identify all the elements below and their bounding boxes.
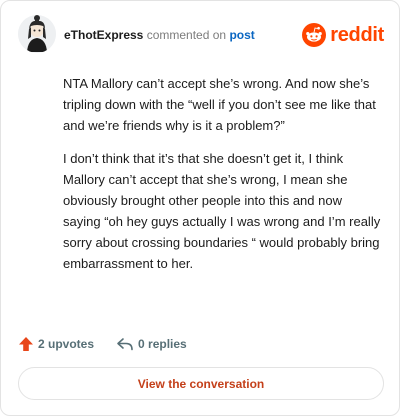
comment-paragraph-2: I don’t think that it’s that she doesn’t…: [63, 151, 381, 271]
replies-count: 0 replies: [138, 337, 187, 351]
upvotes-stat[interactable]: 2 upvotes: [18, 336, 94, 352]
embedded-comment-card: eThotExpress commented on post reddit NT…: [0, 0, 400, 416]
view-conversation-button[interactable]: View the conversation: [18, 367, 384, 400]
reddit-logo[interactable]: reddit: [302, 21, 384, 49]
username-link[interactable]: eThotExpress: [64, 28, 143, 42]
avatar-illustration: [18, 15, 56, 53]
user-avatar[interactable]: [18, 15, 56, 53]
post-link[interactable]: post: [229, 28, 254, 42]
upvote-arrow-icon: [19, 337, 33, 351]
reply-arrow-icon: [117, 338, 133, 351]
comment-stats: 2 upvotes 0 replies: [18, 334, 187, 354]
comment-paragraph-1: NTA Mallory can’t accept she’s wrong. An…: [63, 76, 376, 133]
comment-header: eThotExpress commented on post reddit: [18, 15, 386, 55]
comment-attribution: eThotExpress commented on post: [64, 28, 255, 42]
reddit-wordmark: reddit: [330, 23, 384, 46]
comment-body: NTA Mallory can’t accept she’s wrong. An…: [63, 73, 383, 286]
replies-stat[interactable]: 0 replies: [116, 336, 187, 352]
upvotes-count: 2 upvotes: [38, 337, 95, 351]
attribution-action: commented on: [146, 28, 227, 42]
reddit-snoo-icon: [302, 23, 327, 47]
